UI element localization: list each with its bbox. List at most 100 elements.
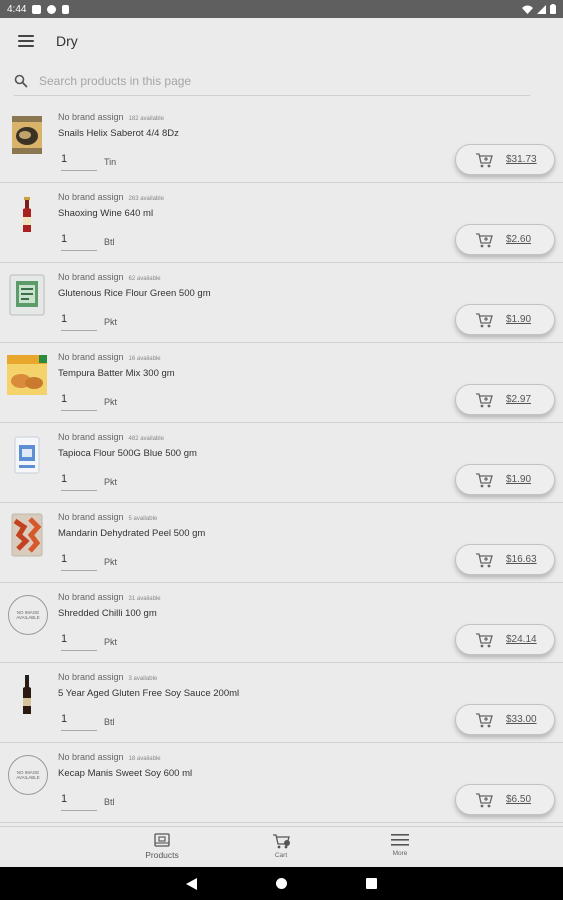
quantity-input[interactable]: 1	[61, 393, 97, 411]
cart-icon	[476, 552, 493, 567]
nav-cart-label: Cart	[274, 852, 288, 859]
availability-label: 5 available	[128, 516, 158, 522]
status-time: 4:44	[7, 3, 27, 15]
price-label: $2.60	[506, 234, 532, 245]
add-to-cart-button[interactable]: $33.00	[455, 704, 555, 735]
brand-label: No brand assign	[58, 432, 124, 442]
quantity-input[interactable]: 1	[61, 633, 97, 651]
back-icon[interactable]	[186, 878, 197, 890]
add-to-cart-button[interactable]: $2.60	[455, 224, 555, 255]
quantity-input[interactable]: 1	[61, 793, 97, 811]
cart-icon	[476, 712, 493, 727]
availability-label: 18 available	[128, 756, 161, 762]
product-name: Snails Helix Saberot 4/4 8Dz	[58, 128, 179, 139]
quantity-input[interactable]: 1	[61, 473, 97, 491]
system-navigation-bar	[0, 867, 563, 900]
cart-icon	[476, 792, 493, 807]
brand-label: No brand assign	[58, 672, 124, 682]
unit-label: Pkt	[104, 477, 118, 487]
product-image	[8, 513, 46, 557]
availability-label: 31 available	[128, 596, 161, 602]
product-name: Tapioca Flour 500G Blue 500 gm	[58, 448, 197, 459]
add-to-cart-button[interactable]: $31.73	[455, 144, 555, 175]
brand-label: No brand assign	[58, 272, 124, 282]
quantity-input[interactable]: 1	[61, 713, 97, 731]
no-image-placeholder: NO IMAGE AVAILABLE	[8, 755, 48, 795]
products-icon	[154, 833, 170, 847]
quantity-input[interactable]: 1	[61, 313, 97, 331]
product-name: Tempura Batter Mix 300 gm	[58, 368, 175, 379]
add-to-cart-button[interactable]: $2.97	[455, 384, 555, 415]
product-row[interactable]: No brand assign 62 available Glutenous Ri…	[0, 263, 563, 343]
price-label: $31.73	[506, 154, 537, 165]
unit-label: Pkt	[104, 557, 118, 567]
brand-label: No brand assign	[58, 112, 124, 122]
battery-icon	[550, 4, 556, 14]
cart-icon	[476, 472, 493, 487]
price-label: $33.00	[506, 714, 537, 725]
signal-icon	[537, 4, 546, 14]
product-row[interactable]: NO IMAGE AVAILABLE No brand assign 18 ava…	[0, 743, 563, 823]
availability-label: 3 available	[128, 676, 158, 682]
product-name: Mandarin Dehydrated Peel 500 gm	[58, 528, 206, 539]
product-row[interactable]: No brand assign 182 available Snails Heli…	[0, 103, 563, 183]
brand-label: No brand assign	[58, 352, 124, 362]
price-label: $2.97	[506, 394, 532, 405]
search-input[interactable]	[39, 73, 479, 88]
cart-icon	[273, 834, 290, 849]
availability-label: 16 available	[128, 356, 161, 362]
brand-label: No brand assign	[58, 752, 124, 762]
add-to-cart-button[interactable]: $1.90	[455, 304, 555, 335]
search-icon	[14, 74, 28, 88]
nav-products-label: Products	[145, 850, 179, 860]
add-to-cart-button[interactable]: $1.90	[455, 464, 555, 495]
product-row[interactable]: No brand assign 263 available Shaoxing Wi…	[0, 183, 563, 263]
quantity-input[interactable]: 1	[61, 233, 97, 251]
product-list: No brand assign 182 available Snails Heli…	[0, 103, 563, 823]
unit-label: Pkt	[104, 637, 118, 647]
hamburger-menu-icon[interactable]	[18, 35, 34, 47]
availability-label: 263 available	[128, 196, 164, 202]
product-row[interactable]: No brand assign 3 available 5 Year Aged G…	[0, 663, 563, 743]
wifi-icon	[522, 5, 533, 14]
cart-icon	[476, 152, 493, 167]
availability-label: 62 available	[128, 276, 161, 282]
price-label: $16.63	[506, 554, 537, 565]
no-image-placeholder: NO IMAGE AVAILABLE	[8, 595, 48, 635]
product-name: 5 Year Aged Gluten Free Soy Sauce 200ml	[58, 688, 240, 699]
product-name: Shaoxing Wine 640 ml	[58, 208, 154, 219]
status-bar: 4:44	[0, 0, 563, 18]
availability-label: 182 available	[128, 116, 164, 122]
product-name: Glutenous Rice Flour Green 500 gm	[58, 288, 211, 299]
nav-products[interactable]: Products	[132, 833, 192, 860]
unit-label: Btl	[104, 717, 115, 727]
brand-label: No brand assign	[58, 512, 124, 522]
product-image	[8, 273, 46, 317]
cart-icon	[476, 632, 493, 647]
quantity-input[interactable]: 1	[61, 153, 97, 171]
product-image	[6, 353, 48, 397]
product-row[interactable]: No brand assign 482 available Tapioca Flo…	[0, 423, 563, 503]
availability-label: 482 available	[128, 436, 164, 442]
product-row[interactable]: No brand assign 5 available Mandarin Dehy…	[0, 503, 563, 583]
product-row[interactable]: No brand assign 16 available Tempura Batt…	[0, 343, 563, 423]
recent-apps-icon[interactable]	[366, 878, 377, 889]
app-bar: Dry	[0, 18, 563, 64]
add-to-cart-button[interactable]: $24.14	[455, 624, 555, 655]
nav-more[interactable]: More	[370, 833, 430, 857]
menu-icon	[391, 834, 409, 846]
add-to-cart-button[interactable]: $16.63	[455, 544, 555, 575]
nav-more-label: More	[392, 850, 408, 857]
product-row[interactable]: NO IMAGE AVAILABLE No brand assign 31 ava…	[0, 583, 563, 663]
home-icon[interactable]	[276, 878, 287, 889]
price-label: $1.90	[506, 474, 532, 485]
unit-label: Tin	[104, 157, 117, 167]
cart-icon	[476, 312, 493, 327]
unit-label: Pkt	[104, 317, 118, 327]
add-to-cart-button[interactable]: $6.50	[455, 784, 555, 815]
nav-cart[interactable]: Cart	[251, 833, 311, 859]
price-label: $24.14	[506, 634, 537, 645]
quantity-input[interactable]: 1	[61, 553, 97, 571]
product-image	[8, 193, 46, 237]
product-image	[8, 673, 46, 717]
